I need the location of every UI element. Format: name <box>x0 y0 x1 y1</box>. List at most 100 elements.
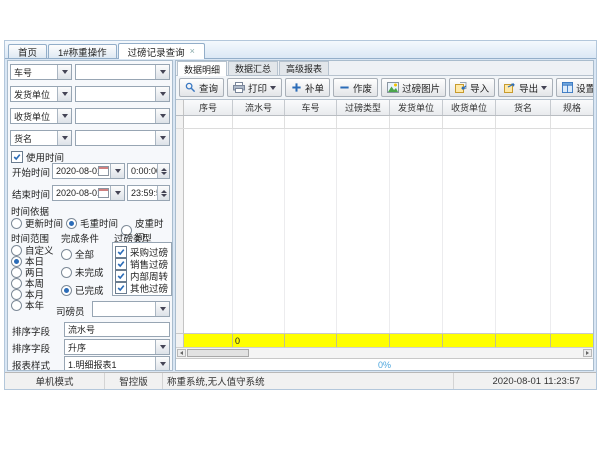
minus-icon <box>339 82 350 93</box>
button-label: 设置 <box>576 81 594 95</box>
field-selector-sender[interactable]: 发货单位 <box>10 86 72 102</box>
button-label: 作废 <box>353 81 372 95</box>
chevron-down-icon[interactable] <box>57 65 71 79</box>
print-button[interactable]: 打印 <box>227 78 282 97</box>
combo-value: 升序 <box>65 341 155 354</box>
void-button[interactable]: 作废 <box>333 78 378 97</box>
tab-label: 数据汇总 <box>235 62 271 75</box>
export-button[interactable]: 导出 <box>498 78 553 97</box>
summary-serial-count: 0 <box>233 334 285 347</box>
filter-panel: 车号 发货单位 收货单位 <box>7 60 173 371</box>
chevron-down-icon <box>541 86 547 90</box>
radio-icon <box>11 300 22 311</box>
query-button[interactable]: 查询 <box>179 78 224 97</box>
tab-label: 过磅记录查询 <box>128 45 185 59</box>
supplement-order-button[interactable]: 补单 <box>285 78 330 97</box>
time-value: 23:59:59 <box>128 188 157 198</box>
spinner-icon[interactable] <box>157 164 169 178</box>
chevron-down-icon[interactable] <box>57 109 71 123</box>
weigh-photo-button[interactable]: 过磅图片 <box>381 78 446 97</box>
weigher-combo[interactable] <box>92 301 170 317</box>
col-header-receiver[interactable]: 收货单位 <box>443 100 496 115</box>
grid-filter-row[interactable] <box>176 116 593 129</box>
radio-update-time[interactable]: 更新时间 <box>11 216 63 230</box>
tab-data-detail[interactable]: 数据明细 <box>177 61 227 76</box>
export-icon <box>504 82 516 93</box>
progress-indicator: 0% <box>176 358 593 370</box>
time-value: 0:00:00 <box>128 166 157 176</box>
col-header-spec[interactable]: 规格 <box>551 100 593 115</box>
use-time-checkbox[interactable]: 使用时间 <box>11 150 64 164</box>
sender-value-combo[interactable] <box>75 86 170 102</box>
chevron-down-icon[interactable] <box>155 109 169 123</box>
chevron-down-icon <box>270 86 276 90</box>
radio-unfinished[interactable]: 未完成 <box>61 265 104 279</box>
scroll-thumb[interactable] <box>187 349 249 357</box>
col-header-serial[interactable]: 流水号 <box>233 100 285 115</box>
radio-label: 本年 <box>25 298 44 312</box>
import-button[interactable]: 导入 <box>449 78 495 97</box>
calendar-icon <box>98 188 109 198</box>
sort-field-input[interactable]: 流水号 <box>64 322 170 337</box>
col-header-vehicle[interactable]: 车号 <box>285 100 337 115</box>
main-tabbar: 首页 1#称重操作 过磅记录查询 × <box>5 41 596 59</box>
tab-weigh-operation[interactable]: 1#称重操作 <box>48 44 117 58</box>
progress-value: 0% <box>378 360 391 370</box>
vehicle-value-combo[interactable] <box>75 64 170 80</box>
tab-home[interactable]: 首页 <box>8 44 47 58</box>
scroll-right-icon[interactable] <box>583 349 592 357</box>
field-label: 车号 <box>11 66 57 79</box>
sort-order-combo[interactable]: 升序 <box>64 339 170 355</box>
chevron-down-icon[interactable] <box>57 87 71 101</box>
radio-finished[interactable]: 已完成 <box>61 283 104 297</box>
printer-icon <box>233 82 245 93</box>
tab-label: 高级报表 <box>286 62 322 75</box>
chevron-down-icon[interactable] <box>57 131 71 145</box>
chevron-down-icon[interactable] <box>155 87 169 101</box>
radio-this-year[interactable]: 本年 <box>11 298 44 312</box>
receiver-value-combo[interactable] <box>75 108 170 124</box>
scroll-left-icon[interactable] <box>177 349 186 357</box>
grid-body-empty[interactable] <box>176 129 593 333</box>
grid-summary-row: 0 <box>176 333 593 347</box>
tab-advanced-report[interactable]: 高级报表 <box>279 61 329 75</box>
chevron-down-icon[interactable] <box>155 302 169 316</box>
end-date-picker[interactable]: 2020-08-01 <box>52 185 125 201</box>
field-selector-goods[interactable]: 货名 <box>10 130 72 146</box>
chevron-down-icon[interactable] <box>155 340 169 354</box>
col-header-sender[interactable]: 发货单位 <box>390 100 443 115</box>
tab-record-query[interactable]: 过磅记录查询 × <box>118 43 205 59</box>
checkbox-other[interactable]: 其他过磅 <box>115 281 168 295</box>
report-style-combo[interactable]: 1.明细报表1 <box>64 356 170 371</box>
radio-label: 全部 <box>75 247 94 261</box>
status-mode: 单机模式 <box>5 373 105 389</box>
start-time-spinner[interactable]: 0:00:00 <box>127 163 170 179</box>
spinner-icon[interactable] <box>157 186 169 200</box>
field-label: 收货单位 <box>11 110 57 123</box>
weigh-type-box: 采购过磅 销售过磅 内部周转 其他过磅 <box>112 242 172 296</box>
chevron-down-icon[interactable] <box>155 131 169 145</box>
col-header-weigh-type[interactable]: 过磅类型 <box>337 100 390 115</box>
report-style-label: 报表样式 <box>12 358 50 371</box>
goods-value-combo[interactable] <box>75 130 170 146</box>
chevron-down-icon[interactable] <box>155 65 169 79</box>
field-selector-receiver[interactable]: 收货单位 <box>10 108 72 124</box>
chevron-down-icon[interactable] <box>110 186 124 200</box>
date-value: 2020-08-01 <box>53 166 98 176</box>
chevron-down-icon[interactable] <box>155 357 169 371</box>
status-timestamp: 2020-08-01 11:23:57 <box>454 373 596 389</box>
grid-header-row: 序号 流水号 车号 过磅类型 发货单位 收货单位 货名 规格 <box>176 100 593 116</box>
radio-gross-time[interactable]: 毛重时间 <box>66 216 118 230</box>
settings-button[interactable]: 设置 <box>556 78 594 97</box>
horizontal-scrollbar[interactable] <box>176 347 593 358</box>
field-selector-vehicle[interactable]: 车号 <box>10 64 72 80</box>
chevron-down-icon[interactable] <box>110 164 124 178</box>
radio-all[interactable]: 全部 <box>61 247 94 261</box>
tab-data-summary[interactable]: 数据汇总 <box>228 61 278 75</box>
field-label: 货名 <box>11 132 57 145</box>
start-date-picker[interactable]: 2020-08-01 <box>52 163 125 179</box>
end-time-spinner[interactable]: 23:59:59 <box>127 185 170 201</box>
col-header-goods[interactable]: 货名 <box>496 100 551 115</box>
col-header-seq[interactable]: 序号 <box>184 100 233 115</box>
close-icon[interactable]: × <box>190 47 195 56</box>
